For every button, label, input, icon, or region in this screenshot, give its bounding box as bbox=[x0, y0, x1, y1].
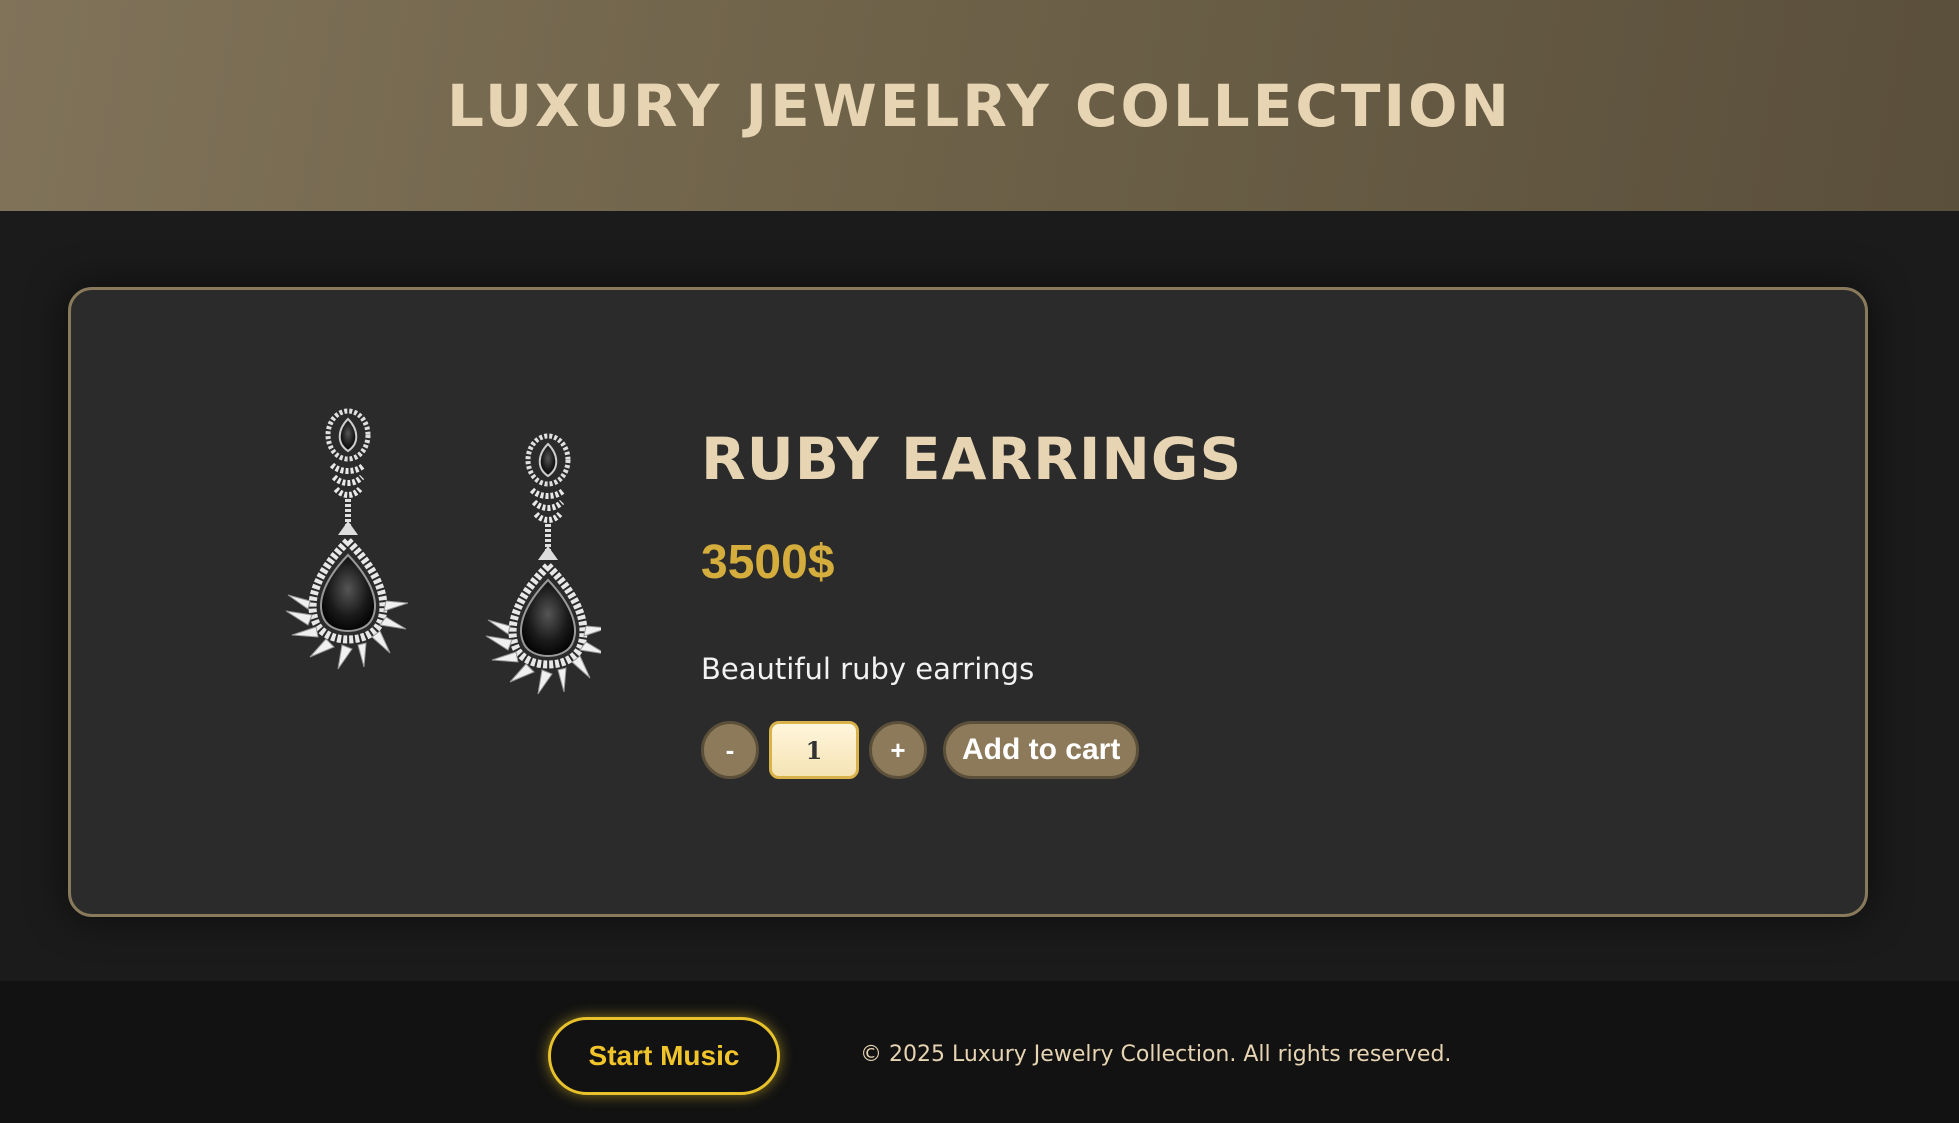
copyright-text: © 2025 Luxury Jewelry Collection. All ri… bbox=[860, 1042, 1452, 1067]
site-title: LUXURY JEWELRY COLLECTION bbox=[447, 71, 1512, 140]
product-card: RUBY EARRINGS 3500$ Beautiful ruby earri… bbox=[68, 287, 1868, 917]
start-music-button[interactable]: Start Music bbox=[548, 1017, 780, 1095]
product-description: Beautiful ruby earrings bbox=[701, 652, 1035, 686]
site-footer: Start Music © 2025 Luxury Jewelry Collec… bbox=[0, 981, 1959, 1123]
quantity-input[interactable] bbox=[769, 721, 859, 779]
main-content: RUBY EARRINGS 3500$ Beautiful ruby earri… bbox=[0, 211, 1959, 981]
cart-controls: - + Add to cart bbox=[701, 721, 1242, 779]
decrement-button[interactable]: - bbox=[701, 721, 759, 779]
product-name: RUBY EARRINGS bbox=[701, 425, 1243, 493]
product-info: RUBY EARRINGS 3500$ Beautiful ruby earri… bbox=[701, 425, 1242, 779]
site-header: LUXURY JEWELRY COLLECTION bbox=[0, 0, 1959, 211]
increment-button[interactable]: + bbox=[869, 721, 927, 779]
add-to-cart-button[interactable]: Add to cart bbox=[943, 721, 1140, 779]
earrings-image bbox=[285, 408, 601, 695]
product-price: 3500$ bbox=[701, 536, 835, 589]
